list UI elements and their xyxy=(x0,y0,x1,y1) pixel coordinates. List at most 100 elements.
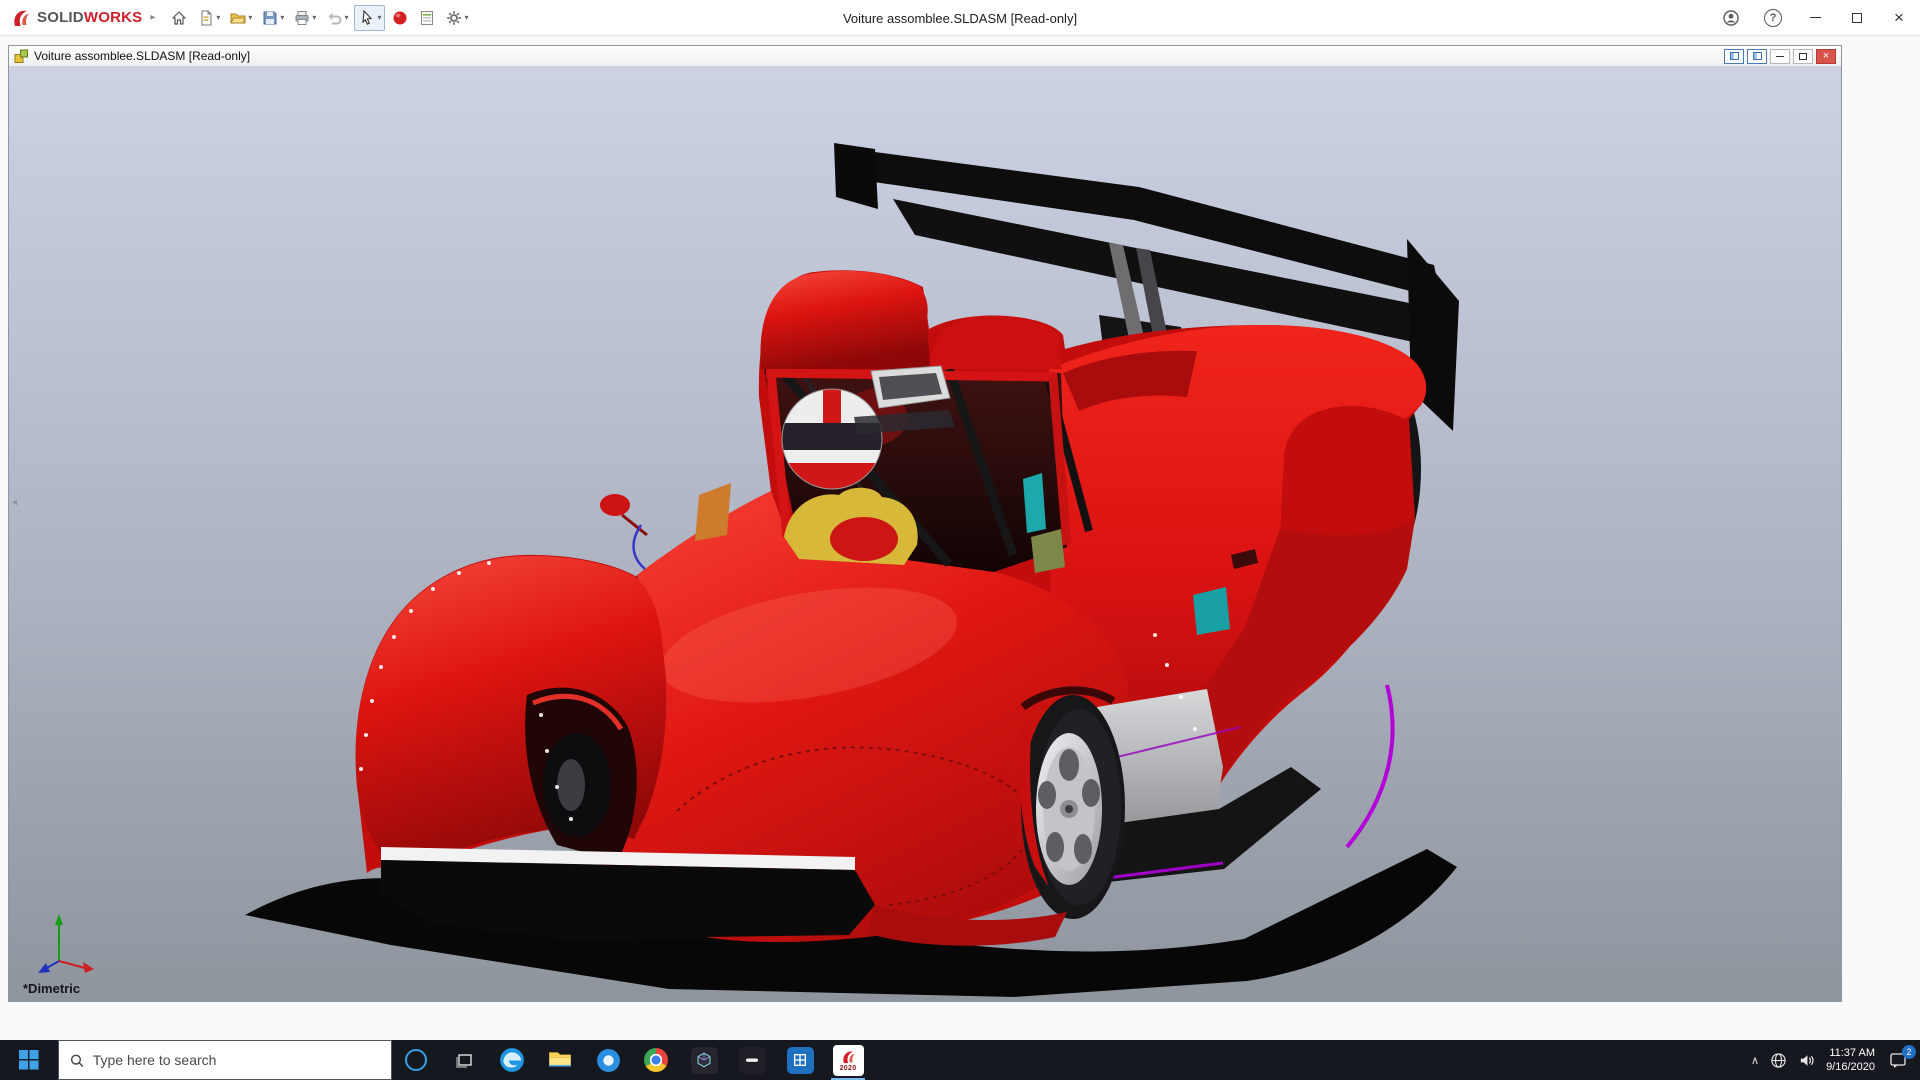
select-cursor-icon xyxy=(362,9,373,25)
blue-circle-app-icon xyxy=(596,1048,620,1072)
dropdown-caret-icon[interactable]: ▾ xyxy=(280,13,284,22)
viewport-canvas[interactable] xyxy=(9,67,1841,1001)
toolbar-expand-arrow-icon[interactable]: ▸ xyxy=(150,12,155,23)
doc-close-button[interactable]: × xyxy=(1816,48,1836,64)
red-sphere-button[interactable] xyxy=(388,5,412,31)
open-button[interactable]: ▾ xyxy=(226,5,255,31)
cube-app-icon xyxy=(690,1046,718,1074)
solidworks-logo: SOLIDWORKS xyxy=(0,7,146,29)
brand-text: SOLIDWORKS xyxy=(37,9,143,26)
gear-icon xyxy=(447,10,462,25)
taskbar-clock[interactable]: 11:37 AM 9/16/2020 xyxy=(1826,1046,1875,1074)
doc-restore-icon xyxy=(1799,52,1807,60)
dropdown-caret-icon[interactable]: ▾ xyxy=(248,13,252,22)
minimize-icon xyxy=(1809,17,1821,18)
app-window-controls: ? × xyxy=(1710,0,1920,36)
task-view-icon xyxy=(456,1054,472,1068)
blue-window-app-icon xyxy=(786,1046,814,1074)
print-icon xyxy=(295,10,309,25)
app-titlebar: SOLIDWORKS ▸ ▾ ▾ ▾ ▾ ▾ ▾ ▾ Voiture assom… xyxy=(0,0,1920,36)
tray-expand-icon[interactable]: ∧ xyxy=(1751,1054,1759,1067)
open-folder-icon xyxy=(230,13,247,23)
red-sphere-icon xyxy=(393,11,407,24)
system-tray: ∧ 11:37 AM 9/16/2020 2 xyxy=(1751,1040,1920,1080)
document-window-controls: × xyxy=(1724,48,1836,64)
split-view-button[interactable] xyxy=(1747,48,1767,64)
new-document-button[interactable]: ▾ xyxy=(194,5,223,31)
taskbar-search[interactable] xyxy=(58,1040,392,1080)
viewport-grid-icon xyxy=(1729,52,1739,60)
app-client-area: Voiture assomblee.SLDASM [Read-only] × *… xyxy=(0,36,1920,1040)
volume-icon[interactable] xyxy=(1798,1052,1815,1069)
properties-sheet-button[interactable] xyxy=(415,5,439,31)
doc-restore-button[interactable] xyxy=(1793,48,1813,64)
doc-minimize-icon xyxy=(1776,55,1784,57)
file-explorer-button[interactable] xyxy=(536,1040,584,1080)
account-icon xyxy=(1723,9,1739,26)
maximize-icon xyxy=(1852,12,1862,23)
photos-app-button[interactable] xyxy=(632,1040,680,1080)
maximize-button[interactable] xyxy=(1836,0,1878,36)
home-icon xyxy=(172,10,186,25)
notification-tray-button[interactable]: 2 xyxy=(1886,1045,1916,1071)
clock-time: 11:37 AM xyxy=(1829,1047,1875,1059)
select-tool-button[interactable]: ▾ xyxy=(354,4,386,31)
media-app-button[interactable] xyxy=(728,1040,776,1080)
blue-window-app-button[interactable] xyxy=(776,1040,824,1080)
start-button[interactable] xyxy=(0,1040,58,1080)
account-button[interactable] xyxy=(1710,0,1752,36)
app-window-title: Voiture assomblee.SLDASM [Read-only] xyxy=(842,10,1078,26)
task-view-button[interactable] xyxy=(440,1040,488,1080)
dropdown-caret-icon[interactable]: ▾ xyxy=(312,13,316,22)
dropdown-caret-icon[interactable]: ▾ xyxy=(377,13,381,22)
assembly-document-icon xyxy=(14,49,28,63)
orientation-triad xyxy=(38,914,94,973)
notification-badge: 2 xyxy=(1902,1045,1916,1059)
solidworks-year-label: 2020 xyxy=(839,1064,857,1072)
search-input[interactable] xyxy=(92,1052,381,1068)
graphics-viewport[interactable]: *Dimetric ◄ xyxy=(9,67,1841,1001)
windows-logo-icon xyxy=(19,1050,39,1070)
close-icon: × xyxy=(1894,8,1904,27)
solidworks-app-button[interactable]: 2020 xyxy=(824,1040,872,1080)
minimize-button[interactable] xyxy=(1794,0,1836,36)
document-title: Voiture assomblee.SLDASM [Read-only] xyxy=(34,49,251,63)
dropdown-caret-icon[interactable]: ▾ xyxy=(464,13,468,22)
search-icon xyxy=(70,1054,84,1067)
doc-close-icon: × xyxy=(1822,49,1830,62)
document-window: Voiture assomblee.SLDASM [Read-only] × *… xyxy=(8,45,1842,1002)
left-mirror xyxy=(600,494,630,516)
blue-circle-app-button[interactable] xyxy=(584,1040,632,1080)
dropdown-caret-icon[interactable]: ▾ xyxy=(344,13,348,22)
help-button[interactable]: ? xyxy=(1752,0,1794,36)
viewport-layout-button[interactable] xyxy=(1724,48,1744,64)
doc-minimize-button[interactable] xyxy=(1770,48,1790,64)
cortana-button[interactable] xyxy=(392,1040,440,1080)
file-explorer-icon xyxy=(549,1052,571,1067)
options-button[interactable]: ▾ xyxy=(442,5,471,31)
undo-button[interactable]: ▾ xyxy=(322,5,351,31)
undo-icon xyxy=(328,12,342,24)
document-titlebar[interactable]: Voiture assomblee.SLDASM [Read-only] × xyxy=(9,46,1841,67)
network-globe-icon[interactable] xyxy=(1770,1052,1787,1069)
close-button[interactable]: × xyxy=(1878,0,1920,36)
save-button[interactable]: ▾ xyxy=(258,5,287,31)
windows-taskbar: 2020 ∧ 11:37 AM 9/16/2020 2 xyxy=(0,1040,1920,1080)
view-orientation-label: *Dimetric xyxy=(23,981,81,996)
panel-collapse-icon[interactable]: ◄ xyxy=(10,497,19,507)
help-icon: ? xyxy=(1764,8,1782,27)
clock-date: 9/16/2020 xyxy=(1826,1061,1875,1073)
save-icon xyxy=(263,11,277,24)
print-button[interactable]: ▾ xyxy=(290,5,319,31)
dropdown-caret-icon[interactable]: ▾ xyxy=(216,13,220,22)
edge-browser-button[interactable] xyxy=(488,1040,536,1080)
cortana-icon xyxy=(405,1049,427,1071)
media-app-icon xyxy=(738,1046,766,1074)
sheet-icon xyxy=(421,10,434,25)
desktop-screen: SOLIDWORKS ▸ ▾ ▾ ▾ ▾ ▾ ▾ ▾ Voiture assom… xyxy=(0,0,1920,1080)
pinwheel-app-icon xyxy=(644,1048,668,1072)
solidworks-app-icon: 2020 xyxy=(832,1044,864,1076)
cube-app-button[interactable] xyxy=(680,1040,728,1080)
home-button[interactable] xyxy=(167,5,191,31)
edge-browser-icon xyxy=(500,1048,524,1072)
